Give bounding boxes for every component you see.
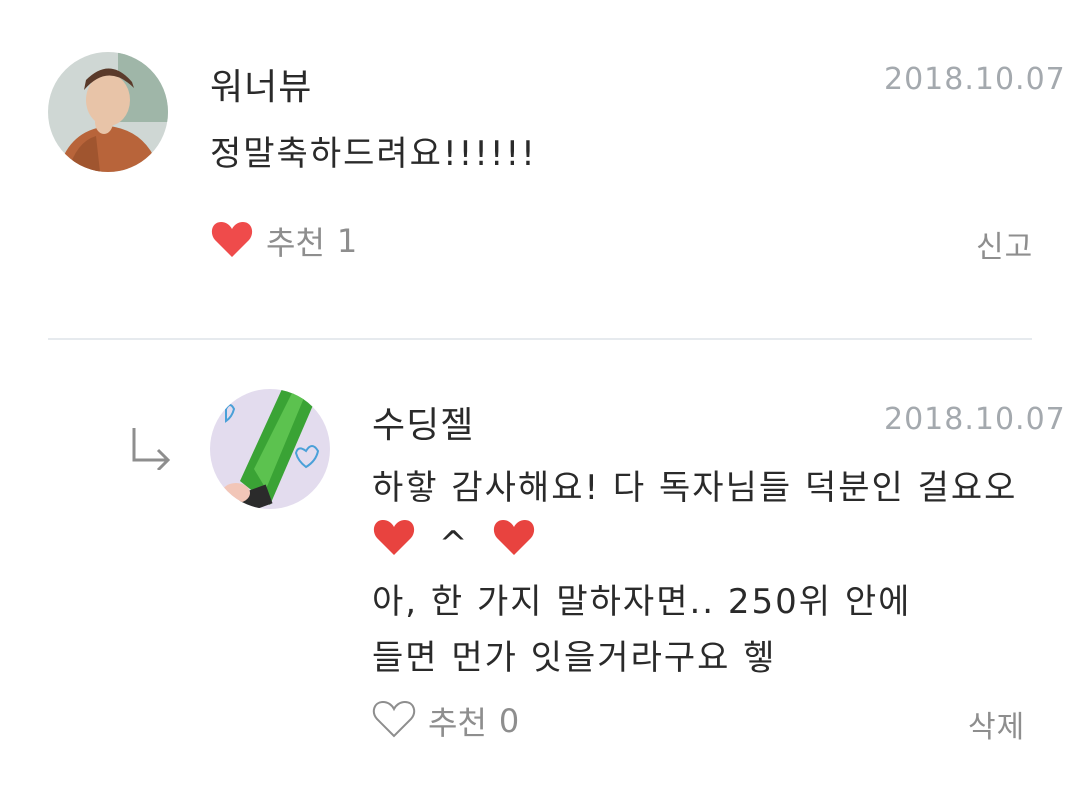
comment-text-line: 정말축하드려요!!!!!! [210,134,537,174]
like-count: 1 [336,222,358,260]
comment-text-line: 들면 먼가 잇을거라구요 헿 [372,638,777,678]
username[interactable]: 워너뷰 [210,58,312,110]
comment-text-line-emoji: ^ [372,516,1017,574]
heart-filled-icon [210,219,254,263]
username[interactable]: 수딩젤 [372,396,474,448]
comment-date: 2018.10.07 [884,62,1066,97]
comment-text: 정말축하드려요!!!!!! [210,126,537,182]
like-button[interactable]: 추천 0 [372,698,519,744]
heart-outline-icon [372,699,416,743]
comment-text-line: 아, 한 가지 말하자면.. 250위 안에 [372,582,912,622]
delete-button[interactable]: 삭제 [968,702,1025,746]
reply-arrow-icon [128,424,174,474]
like-label: 추천 [428,704,487,742]
comment-text-line: 하핳 감사해요! 다 독자님들 덕분인 걸요오 [372,468,1018,508]
avatar[interactable] [210,389,330,509]
avatar[interactable] [48,52,168,172]
like-count: 0 [498,702,520,740]
caret-text: ^ [438,524,470,564]
like-button[interactable]: 추천 1 [210,218,357,264]
comment-date: 2018.10.07 [884,402,1066,437]
comment-item: 워너뷰 2018.10.07 정말축하드려요!!!!!! 추천 1 신고 [0,0,1080,338]
heart-emoji-icon [492,517,536,574]
comment-text: 하핳 감사해요! 다 독자님들 덕분인 걸요오 ^ 아, 한 가지 말하자면..… [372,460,1017,686]
heart-emoji-icon [372,517,416,574]
report-button[interactable]: 신고 [976,222,1033,266]
like-label: 추천 [266,224,325,262]
